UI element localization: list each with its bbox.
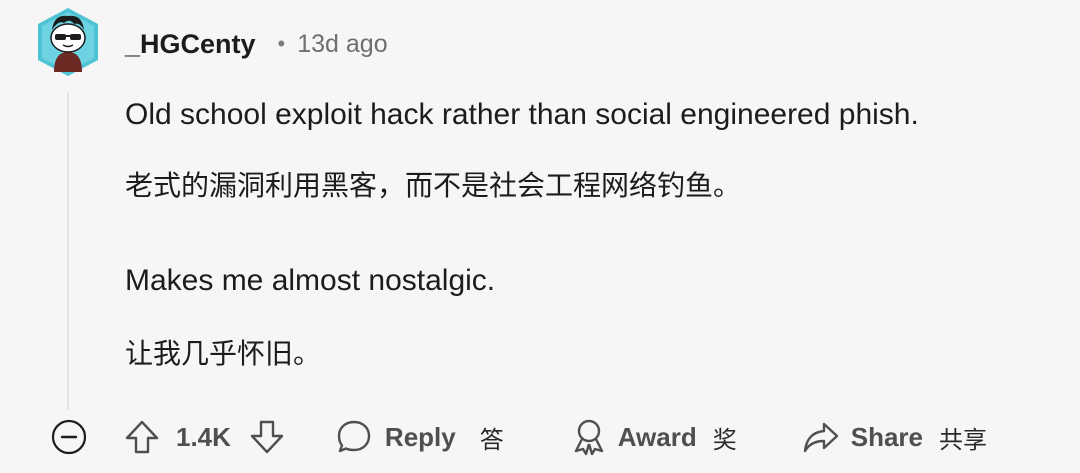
vote-count: 1.4K: [176, 421, 231, 452]
downvote-icon[interactable]: [247, 417, 287, 457]
comment-age: 13d ago: [297, 29, 388, 58]
upvote-icon[interactable]: [122, 417, 162, 457]
share-arrow-icon: [801, 418, 841, 456]
reply-label-cn: 答: [479, 425, 504, 454]
collapse-icon[interactable]: [50, 418, 88, 456]
comment-line-4: 让我几乎怀旧。: [125, 337, 322, 370]
author-username[interactable]: _HGCenty: [125, 29, 256, 60]
award-label-cn: 奖: [712, 425, 737, 454]
comment-line-3: Makes me almost nostalgic.: [125, 264, 496, 297]
share-label-cn: 共享: [939, 425, 987, 454]
share-label: Share: [850, 421, 923, 452]
thread-line[interactable]: [67, 92, 69, 410]
reply-button[interactable]: Reply 答: [335, 418, 504, 456]
award-ribbon-icon: [570, 417, 608, 457]
snoo-avatar-icon: [38, 8, 98, 76]
comment-line-1: Old school exploit hack rather than soci…: [125, 98, 919, 131]
comment-header: _HGCenty • 13d ago: [125, 24, 388, 64]
comment-line-2: 老式的漏洞利用黑客，而不是社会工程网络钓鱼。: [125, 169, 742, 202]
award-label: Award: [617, 421, 697, 452]
reply-label: Reply: [384, 421, 456, 452]
speech-bubble-icon: [335, 418, 373, 456]
avatar[interactable]: [36, 6, 100, 78]
separator-dot: •: [277, 31, 286, 56]
share-button[interactable]: Share 共享: [801, 418, 987, 456]
award-button[interactable]: Award 奖: [570, 417, 737, 457]
comment-action-bar: 1.4K Reply 答 Award 奖 Share 共享: [50, 416, 987, 458]
